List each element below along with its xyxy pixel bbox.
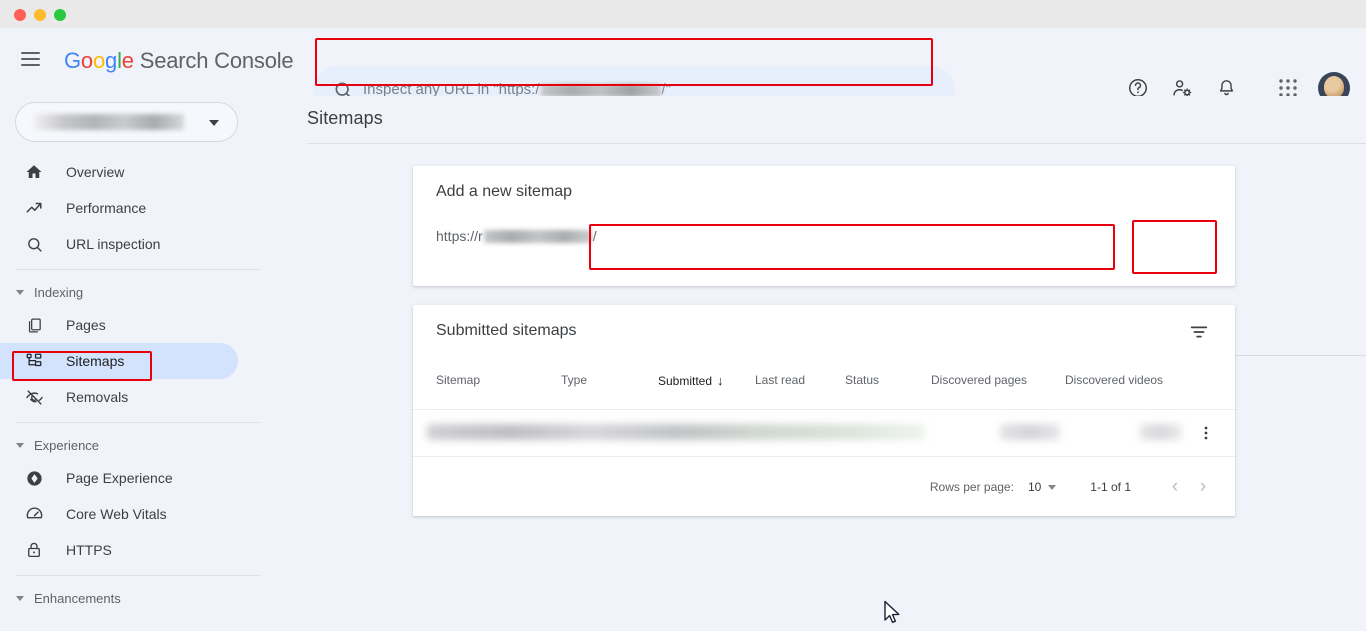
lock-icon xyxy=(24,540,44,560)
rows-per-page-value[interactable]: 10 xyxy=(1028,480,1041,494)
property-selector[interactable] xyxy=(15,102,238,142)
title-divider xyxy=(307,143,1366,144)
sidebar-item-label: HTTPS xyxy=(66,542,112,558)
sidebar-item-label: Removals xyxy=(66,389,128,405)
window-traffic-lights xyxy=(14,9,66,21)
redacted-domain xyxy=(541,84,661,97)
browser-titlebar xyxy=(0,0,1366,28)
window-maximize-button[interactable] xyxy=(54,9,66,21)
rows-per-page-label: Rows per page: xyxy=(930,480,1014,494)
redacted-domain xyxy=(484,230,592,243)
google-search-console-logo: Google Search Console xyxy=(64,48,293,74)
sidebar-item-label: Performance xyxy=(66,200,146,216)
sidebar: Overview Performance URL inspection Inde… xyxy=(0,96,285,631)
eye-off-icon xyxy=(24,387,44,407)
redacted-sitemap-cell xyxy=(427,424,925,440)
submitted-sitemaps-card: Submitted sitemaps Sitemap Type Submitte… xyxy=(413,305,1235,516)
chevron-down-icon xyxy=(209,120,219,126)
sitemap-url-row: https://r / xyxy=(436,228,597,244)
sidebar-item-page-experience[interactable]: Page Experience xyxy=(0,460,285,496)
column-header-discovered-pages[interactable]: Discovered pages xyxy=(931,373,1027,387)
chevron-down-icon xyxy=(16,443,24,448)
table-row[interactable] xyxy=(413,409,1235,457)
sidebar-group-experience[interactable]: Experience xyxy=(0,430,285,460)
window-close-button[interactable] xyxy=(14,9,26,21)
speedometer-icon xyxy=(24,504,44,524)
property-name-redacted xyxy=(34,114,184,130)
sidebar-item-removals[interactable]: Removals xyxy=(0,379,285,415)
filter-icon[interactable] xyxy=(1188,321,1212,345)
sidebar-item-label: URL inspection xyxy=(66,236,160,252)
sidebar-divider xyxy=(16,422,261,423)
redacted-discovered-videos-cell xyxy=(1140,424,1182,440)
window-minimize-button[interactable] xyxy=(34,9,46,21)
sidebar-item-url-inspection[interactable]: URL inspection xyxy=(0,226,285,262)
home-icon xyxy=(24,162,44,182)
url-prefix-text: https://r xyxy=(436,228,483,244)
column-header-label: Submitted xyxy=(658,374,712,388)
sidebar-item-label: Sitemaps xyxy=(66,353,124,369)
sidebar-group-label: Indexing xyxy=(34,285,83,300)
column-header-sitemap[interactable]: Sitemap xyxy=(436,373,480,387)
sidebar-item-label: Pages xyxy=(66,317,106,333)
sidebar-item-https[interactable]: HTTPS xyxy=(0,532,285,568)
sidebar-item-core-web-vitals[interactable]: Core Web Vitals xyxy=(0,496,285,532)
search-icon xyxy=(24,234,44,254)
mouse-pointer xyxy=(883,600,903,631)
more-vertical-icon[interactable] xyxy=(1197,424,1217,444)
sidebar-group-indexing[interactable]: Indexing xyxy=(0,277,285,307)
sidebar-nav-list: Overview Performance URL inspection Inde… xyxy=(0,154,285,613)
url-suffix-text: / xyxy=(593,228,597,244)
pagination-range: 1-1 of 1 xyxy=(1090,480,1131,494)
add-sitemap-card: Add a new sitemap https://r / xyxy=(413,166,1235,286)
submitted-sitemaps-heading: Submitted sitemaps xyxy=(436,322,577,340)
redacted-discovered-pages-cell xyxy=(1000,424,1060,440)
sort-arrow-down-icon: ↓ xyxy=(717,373,724,388)
sidebar-item-label: Core Web Vitals xyxy=(66,506,167,522)
trending-up-icon xyxy=(24,198,44,218)
column-header-status[interactable]: Status xyxy=(845,373,879,387)
chevron-down-icon xyxy=(16,596,24,601)
sitemap-url-prefix: https://r / xyxy=(436,228,597,244)
sidebar-group-label: Experience xyxy=(34,438,99,453)
sidebar-item-overview[interactable]: Overview xyxy=(0,154,285,190)
sidebar-item-sitemaps[interactable]: Sitemaps xyxy=(0,343,238,379)
sidebar-item-performance[interactable]: Performance xyxy=(0,190,285,226)
product-name: Search Console xyxy=(134,48,294,73)
chevron-left-icon[interactable]: ‹ xyxy=(1161,473,1189,501)
pagination-bar: Rows per page: 10 1-1 of 1 ‹ › xyxy=(413,458,1235,516)
pages-icon xyxy=(24,315,44,335)
app-header: Google Search Console Inspect any URL in… xyxy=(0,28,1366,96)
sidebar-item-label: Overview xyxy=(66,164,124,180)
sidebar-item-pages[interactable]: Pages xyxy=(0,307,285,343)
column-header-submitted[interactable]: Submitted ↓ xyxy=(658,373,724,388)
chevron-down-icon xyxy=(16,290,24,295)
sitemap-icon xyxy=(24,351,44,371)
table-header-row: Sitemap Type Submitted ↓ Last read Status… xyxy=(413,373,1235,407)
add-sitemap-heading: Add a new sitemap xyxy=(436,183,572,201)
chevron-right-icon[interactable]: › xyxy=(1189,473,1217,501)
sidebar-divider xyxy=(16,269,261,270)
chevron-down-icon[interactable] xyxy=(1048,485,1056,490)
sidebar-item-label: Page Experience xyxy=(66,470,173,486)
sidebar-divider xyxy=(16,575,261,576)
sidebar-group-enhancements[interactable]: Enhancements xyxy=(0,583,285,613)
column-header-last-read[interactable]: Last read xyxy=(755,373,805,387)
page-experience-icon xyxy=(24,468,44,488)
sidebar-group-label: Enhancements xyxy=(34,591,121,606)
hamburger-menu-icon[interactable] xyxy=(21,47,45,71)
column-header-type[interactable]: Type xyxy=(561,373,587,387)
main-content: Sitemaps Add a new sitemap https://r/ SU… xyxy=(285,96,1366,631)
page-title: Sitemaps xyxy=(307,108,383,129)
column-header-discovered-videos[interactable]: Discovered videos xyxy=(1065,373,1163,387)
